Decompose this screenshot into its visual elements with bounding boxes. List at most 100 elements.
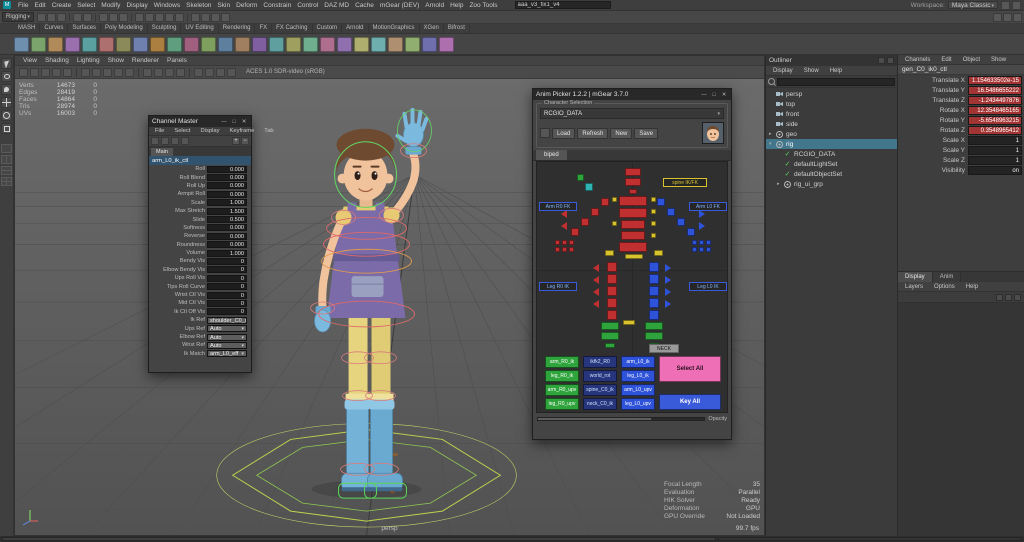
picker-button-red-4[interactable] — [619, 208, 647, 218]
outliner-menu-help[interactable]: Help — [830, 68, 842, 74]
cm-menu-display[interactable]: Display — [200, 128, 219, 134]
outliner-item-geo[interactable]: ▸geo — [766, 129, 897, 139]
menu-zoo-tools[interactable]: Zoo Tools — [469, 2, 497, 9]
channel-master-tab[interactable]: Main — [151, 148, 173, 156]
sidebar-attribute-editor-icon[interactable] — [993, 13, 1002, 22]
picker-button-red-11[interactable] — [571, 228, 579, 236]
cm-value-field[interactable]: 0.500 — [207, 216, 247, 223]
new-button[interactable]: New — [610, 128, 632, 139]
shelf-icon-18[interactable] — [320, 37, 335, 52]
outliner-menu-display[interactable]: Display — [773, 68, 793, 74]
construction-history-icon[interactable] — [191, 13, 200, 22]
channel-box-object-name[interactable]: gen_C0_ik0_ctl — [898, 65, 1024, 75]
pin-panel-icon[interactable] — [878, 57, 885, 64]
maximize-icon[interactable]: □ — [230, 119, 238, 125]
refresh-button[interactable]: Refresh — [577, 128, 608, 139]
picker-button-blue-27[interactable] — [692, 240, 697, 245]
picker-table-leg-r0-ik[interactable]: leg_R0_ik — [545, 370, 579, 382]
picker-button-blue-28[interactable] — [699, 240, 704, 245]
picker-button-red-22[interactable] — [607, 310, 617, 320]
picker-button-green-53[interactable] — [605, 343, 615, 348]
textured-icon[interactable] — [216, 68, 225, 77]
menu-cache[interactable]: Cache — [355, 2, 374, 9]
sidebar-tool-settings-icon[interactable] — [1003, 13, 1012, 22]
menu-control[interactable]: Control — [297, 2, 318, 9]
close-icon[interactable]: ✕ — [240, 119, 248, 125]
layer-tab-anim[interactable]: Anim — [933, 272, 962, 282]
outliner-item-defaultobjectset[interactable]: ✓defaultObjectSet — [766, 169, 897, 179]
picker-button-red-19[interactable] — [607, 274, 617, 284]
shelf-icon-16[interactable] — [286, 37, 301, 52]
channel-box-menu-show[interactable]: Show — [991, 57, 1006, 63]
shadows-icon[interactable] — [154, 68, 163, 77]
shelf-tab-poly-modeling[interactable]: Poly Modeling — [101, 24, 148, 33]
shelf-icon-12[interactable] — [218, 37, 233, 52]
cm-value-field[interactable]: 0 — [207, 258, 247, 265]
shelf-icon-13[interactable] — [235, 37, 250, 52]
shelf-tab-sculpting[interactable]: Sculpting — [148, 24, 182, 33]
picker-table-arm-l0-upv[interactable]: arm_L0_upv — [621, 384, 655, 396]
render-settings-icon[interactable] — [221, 13, 230, 22]
panel-menu-icon[interactable] — [887, 57, 894, 64]
picker-button-blue-30[interactable] — [692, 247, 697, 252]
picker-arrow-r-7[interactable] — [699, 222, 705, 230]
anim-picker-titlebar[interactable]: Anim Picker 1.2.2 | mGear 3.7.0 — □ ✕ — [533, 89, 731, 100]
picker-button-cyan-55[interactable] — [585, 183, 593, 191]
gear-icon[interactable] — [1012, 1, 1021, 10]
panel-menu-view[interactable]: View — [23, 57, 37, 64]
key-icon[interactable] — [181, 137, 189, 145]
picker-button-yellow-44[interactable] — [605, 250, 614, 256]
panel-menu-shading[interactable]: Shading — [45, 57, 69, 64]
picker-table-neck-c0-ik[interactable]: neck_C0_ik — [583, 398, 617, 410]
picker-button-blue-25[interactable] — [677, 218, 685, 226]
menu-help[interactable]: Help — [450, 2, 463, 9]
menu-modify[interactable]: Modify — [101, 2, 120, 9]
picker-button-yellow-46[interactable] — [625, 254, 643, 259]
picker-label-neck[interactable]: NECK — [649, 344, 679, 353]
picker-table-arm-r0-ik[interactable]: arm_R0_ik — [545, 356, 579, 368]
time-slider-strip[interactable] — [0, 536, 1024, 542]
shelf-icon-25[interactable] — [439, 37, 454, 52]
cm-enum-field[interactable]: Auto▾ — [207, 342, 247, 349]
shelf-icon-24[interactable] — [422, 37, 437, 52]
picker-button-blue-26[interactable] — [687, 228, 695, 236]
range-slider-bar[interactable] — [2, 537, 716, 541]
shelf-tab-bifrost[interactable]: Bifrost — [444, 24, 470, 33]
selection-mask-object-icon[interactable] — [109, 13, 118, 22]
picker-button-blue-36[interactable] — [649, 298, 659, 308]
panel-menu-lighting[interactable]: Lighting — [77, 57, 100, 64]
picker-arrow-l-0[interactable] — [561, 210, 567, 218]
channel-value-field[interactable]: 12.3548465165 — [968, 106, 1022, 115]
two-pane-layout-button[interactable] — [1, 155, 12, 164]
lighting-all-icon[interactable] — [143, 68, 152, 77]
picker-arrow-r-9[interactable] — [665, 276, 671, 284]
snap-grid-icon[interactable] — [135, 13, 144, 22]
shelf-tab-arnold[interactable]: Arnold — [342, 24, 368, 33]
anim-picker-window[interactable]: Anim Picker 1.2.2 | mGear 3.7.0 — □ ✕ Ch… — [532, 88, 732, 440]
picker-table-leg-l0-upv[interactable]: leg_L0_upv — [621, 398, 655, 410]
cm-value-field[interactable]: 0 — [207, 300, 247, 307]
layer-menu-layers[interactable]: Layers — [905, 284, 923, 290]
menu-windows[interactable]: Windows — [154, 2, 180, 9]
picker-button-red-10[interactable] — [581, 218, 589, 226]
snap-point-icon[interactable] — [155, 13, 164, 22]
cm-menu-keyframe[interactable]: Keyframe — [229, 128, 254, 134]
cm-value-field[interactable]: 0.000 — [207, 241, 247, 248]
picker-table-ikfk2-r0[interactable]: ikfk2_R0 — [583, 356, 617, 368]
filter-icon[interactable] — [171, 137, 179, 145]
shelf-tab-rendering[interactable]: Rendering — [219, 24, 256, 33]
shelf-icon-4[interactable] — [82, 37, 97, 52]
shelf-tab-xgen[interactable]: XGen — [420, 24, 444, 33]
pin-icon[interactable] — [161, 137, 169, 145]
outliner-item-side[interactable]: side — [766, 119, 897, 129]
shelf-tab-fx[interactable]: FX — [255, 24, 272, 33]
layer-tab-display[interactable]: Display — [898, 272, 933, 282]
picker-button-red-9[interactable] — [591, 208, 599, 216]
picker-button-red-1[interactable] — [625, 178, 641, 186]
shelf-tab-uv-editing[interactable]: UV Editing — [181, 24, 218, 33]
picker-button-yellow-39[interactable] — [651, 209, 656, 214]
open-scene-icon[interactable] — [47, 13, 56, 22]
add-channel-button[interactable]: + — [232, 137, 240, 145]
workspace-select[interactable]: Maya Classic▾ — [948, 1, 998, 9]
scene-name-field[interactable] — [515, 1, 611, 9]
